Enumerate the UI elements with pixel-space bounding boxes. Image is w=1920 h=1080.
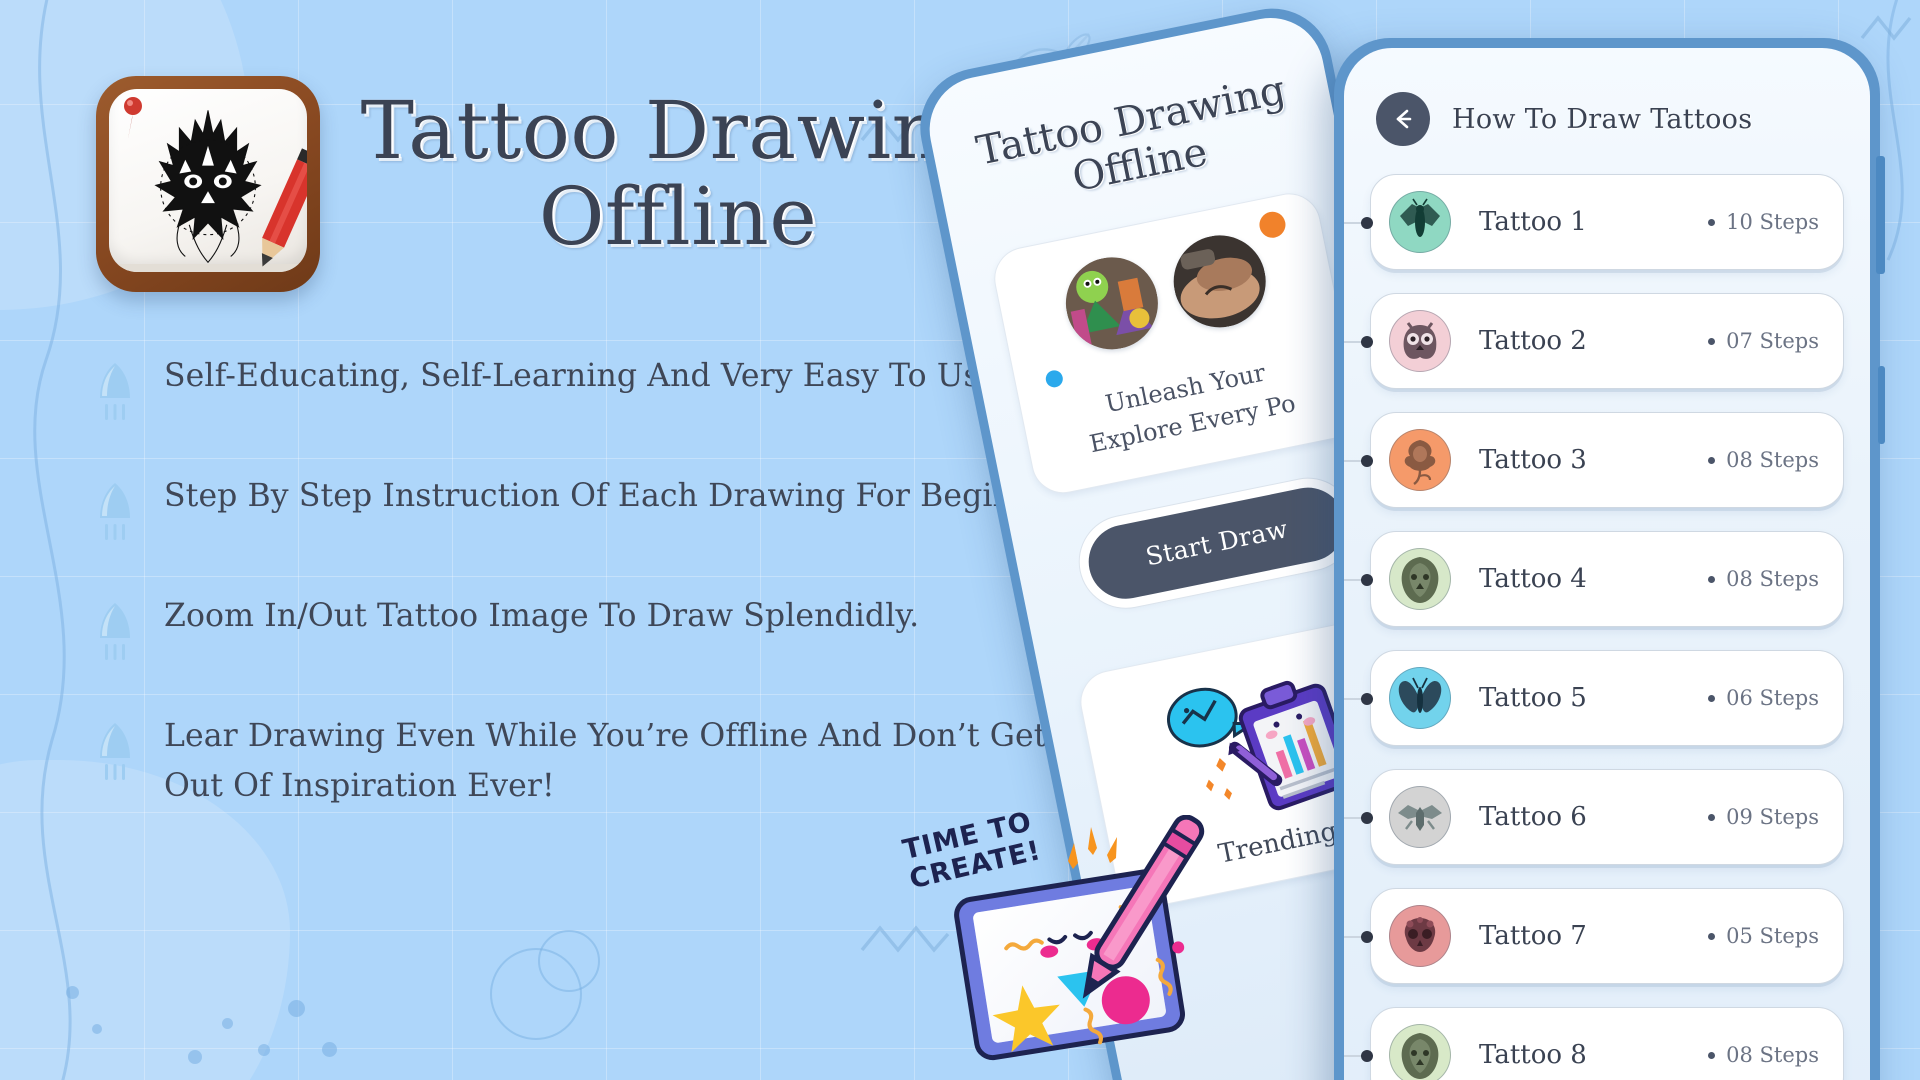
tattoo-list: Tattoo 1 10 Steps Tattoo 2 07 Steps Tatt… [1344, 174, 1844, 1080]
avatar [1389, 310, 1451, 372]
list-item-steps: 05 Steps [1708, 924, 1819, 948]
list-item-steps: 08 Steps [1708, 448, 1819, 472]
phone-mockup-tattoo-list: How To Draw Tattoos Tattoo 1 10 Steps Ta… [1334, 38, 1885, 1080]
list-item[interactable]: Tattoo 5 06 Steps [1344, 650, 1844, 746]
app-icon-sketchpad [109, 89, 307, 272]
list-item[interactable]: Tattoo 2 07 Steps [1344, 293, 1844, 389]
list-item-title: Tattoo 7 [1479, 921, 1587, 951]
page-title: Tattoo Drawing Offline [338, 84, 1018, 264]
phone-mid-caption: Unleash Your Explore Every Po [1042, 342, 1337, 470]
list-item-title: Tattoo 3 [1479, 445, 1587, 475]
phone-mid-hero-card[interactable]: Unleash Your Explore Every Po [988, 187, 1364, 499]
callout-connector [1344, 931, 1373, 943]
list-item-title: Tattoo 8 [1479, 1040, 1587, 1070]
list-item-title: Tattoo 4 [1479, 564, 1587, 594]
rocket-icon [88, 360, 142, 422]
bullet-dot [1708, 694, 1716, 702]
avatar [1389, 429, 1451, 491]
avatar [1389, 667, 1451, 729]
page-title-line-1: Tattoo Drawing [360, 84, 996, 177]
phone-mid-title: Tattoo Drawing Offline [964, 66, 1307, 220]
back-button[interactable] [1376, 92, 1430, 146]
steps-label: 07 Steps [1726, 329, 1819, 353]
app-icon [96, 76, 320, 292]
callout-connector [1344, 336, 1373, 348]
rocket-icon [88, 600, 142, 662]
feature-text: Step By Step Instruction Of Each Drawing… [164, 478, 1094, 514]
list-item-steps: 09 Steps [1708, 805, 1819, 829]
callout-connector [1344, 217, 1373, 229]
blue-dot-accent [1044, 368, 1065, 389]
phone-front-screen: How To Draw Tattoos Tattoo 1 10 Steps Ta… [1344, 48, 1870, 1080]
callout-connector [1344, 455, 1373, 467]
list-item-steps: 10 Steps [1708, 210, 1819, 234]
list-item[interactable]: Tattoo 7 05 Steps [1344, 888, 1844, 984]
start-draw-button[interactable]: Start Draw [1081, 480, 1352, 606]
steps-label: 05 Steps [1726, 924, 1819, 948]
list-item[interactable]: Tattoo 8 08 Steps [1344, 1007, 1844, 1080]
steps-label: 08 Steps [1726, 1043, 1819, 1067]
feature-text: Self-Educating, Self-Learning And Very E… [164, 358, 1009, 394]
feature-text: Zoom In/Out Tattoo Image To Draw Splendi… [164, 598, 920, 634]
thumbnail-colorful-art[interactable] [1057, 248, 1167, 358]
avatar [1389, 191, 1451, 253]
list-item-title: Tattoo 2 [1479, 326, 1587, 356]
avatar [1389, 786, 1451, 848]
list-item-title: Tattoo 6 [1479, 802, 1587, 832]
drawing-tablet-sticker-icon [954, 815, 1205, 1061]
steps-label: 08 Steps [1726, 567, 1819, 591]
volume-button[interactable] [1878, 366, 1885, 444]
bullet-dot [1708, 1051, 1716, 1059]
time-to-create-sticker: TIME TO CREATE! [900, 806, 1205, 1080]
callout-connector [1344, 1050, 1373, 1062]
list-item-steps: 06 Steps [1708, 686, 1819, 710]
bullet-dot [1708, 337, 1716, 345]
list-item[interactable]: Tattoo 6 09 Steps [1344, 769, 1844, 865]
avatar [1389, 1024, 1451, 1080]
rocket-icon [88, 480, 142, 542]
callout-connector [1344, 812, 1373, 824]
list-item-title: Tattoo 1 [1479, 207, 1587, 237]
avatar [1389, 905, 1451, 967]
list-item-steps: 07 Steps [1708, 329, 1819, 353]
feature-list: Self-Educating, Self-Learning And Very E… [88, 352, 1128, 812]
bullet-dot [1708, 813, 1716, 821]
bullet-dot [1708, 456, 1716, 464]
bullet-dot [1708, 575, 1716, 583]
bullet-dot [1708, 218, 1716, 226]
list-item[interactable]: Tattoo 1 10 Steps [1344, 174, 1844, 270]
list-item-steps: 08 Steps [1708, 1043, 1819, 1067]
app-icon-push-pin [124, 97, 142, 139]
feature-item: Step By Step Instruction Of Each Drawing… [88, 472, 1128, 542]
feature-item: Zoom In/Out Tattoo Image To Draw Splendi… [88, 592, 1128, 662]
feature-item: Lear Drawing Even While You’re Offline A… [88, 712, 1128, 812]
list-item[interactable]: Tattoo 3 08 Steps [1344, 412, 1844, 508]
thumbnail-tattoo-photo[interactable] [1165, 226, 1274, 336]
power-button[interactable] [1876, 156, 1885, 274]
list-item-title: Tattoo 5 [1479, 683, 1587, 713]
list-item[interactable]: Tattoo 4 08 Steps [1344, 531, 1844, 627]
avatar [1389, 548, 1451, 610]
bullet-dot [1708, 932, 1716, 940]
callout-connector [1344, 693, 1373, 705]
steps-label: 10 Steps [1726, 210, 1819, 234]
steps-label: 09 Steps [1726, 805, 1819, 829]
page-title-line-2: Offline [538, 170, 818, 264]
feature-text: Lear Drawing Even While You’re Offline A… [164, 718, 1047, 804]
list-item-steps: 08 Steps [1708, 567, 1819, 591]
steps-label: 06 Steps [1726, 686, 1819, 710]
rocket-icon [88, 720, 142, 782]
arrow-left-icon [1396, 109, 1412, 129]
callout-connector [1344, 574, 1373, 586]
phone-mid-thumbnail-row [1016, 218, 1315, 365]
page-header-title: How To Draw Tattoos [1452, 103, 1753, 135]
app-header: How To Draw Tattoos [1370, 92, 1844, 146]
steps-label: 08 Steps [1726, 448, 1819, 472]
